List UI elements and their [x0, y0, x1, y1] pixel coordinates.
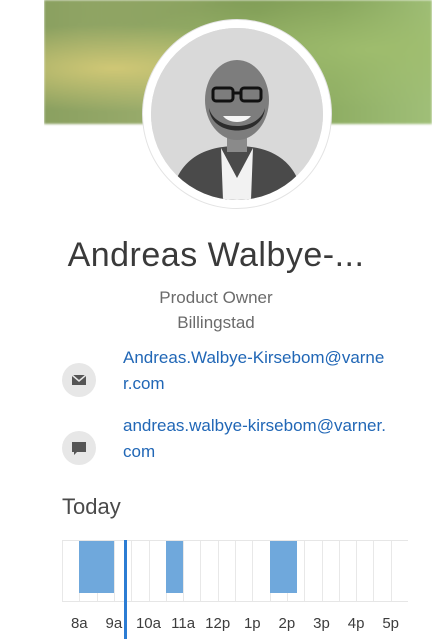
- timeline-slot: [200, 541, 217, 601]
- email-link[interactable]: Andreas.Walbye-Kirsebom@varner.com: [123, 345, 393, 397]
- chat-icon[interactable]: [62, 431, 96, 465]
- timeline-slot: [113, 541, 131, 601]
- timeline-slot: [356, 541, 373, 601]
- profile-name: Andreas Walbye-...: [67, 236, 365, 274]
- hour-label: 2p: [278, 615, 296, 632]
- availability-timeline[interactable]: [62, 540, 408, 602]
- timeline-slot: [390, 541, 408, 601]
- timeline-slot: [235, 541, 252, 601]
- avatar-photo: [151, 28, 323, 200]
- hour-label: 11a: [171, 615, 196, 632]
- timeline-slot: [62, 541, 79, 601]
- hour-label: 4p: [347, 615, 365, 632]
- schedule-heading: Today: [62, 494, 121, 519]
- person-photo-icon: [151, 28, 323, 200]
- profile-job-title: Product Owner: [159, 288, 273, 307]
- timeline-slot: [373, 541, 390, 601]
- busy-block[interactable]: [79, 541, 114, 593]
- timeline-slot: [217, 541, 235, 601]
- hour-label: 12p: [205, 615, 231, 632]
- profile-location: Billingstad: [177, 313, 255, 332]
- timeline-slot: [252, 541, 269, 601]
- hour-label: 10a: [135, 615, 161, 632]
- timeline-slot: [183, 541, 200, 601]
- timeline-slot: [338, 541, 356, 601]
- timeline-hour-labels: 8a 9a 10a 11a 12p 1p 2p 3p 4p 5p: [62, 615, 408, 635]
- mail-icon[interactable]: [62, 363, 96, 397]
- busy-block[interactable]: [269, 541, 298, 593]
- busy-block[interactable]: [165, 541, 184, 593]
- hour-label: 3p: [313, 615, 330, 632]
- timeline-slot: [148, 541, 166, 601]
- timeline-slot: [131, 541, 148, 601]
- hour-label: 8a: [70, 615, 88, 632]
- hour-label: 5p: [382, 615, 400, 632]
- timeline-slot: [321, 541, 339, 601]
- timeline-slot: [304, 541, 321, 601]
- avatar[interactable]: [143, 20, 331, 208]
- hour-label: 1p: [243, 615, 261, 632]
- chat-link[interactable]: andreas.walbye-kirsebom@varner.com: [123, 413, 393, 465]
- hour-label: 9a: [105, 615, 123, 632]
